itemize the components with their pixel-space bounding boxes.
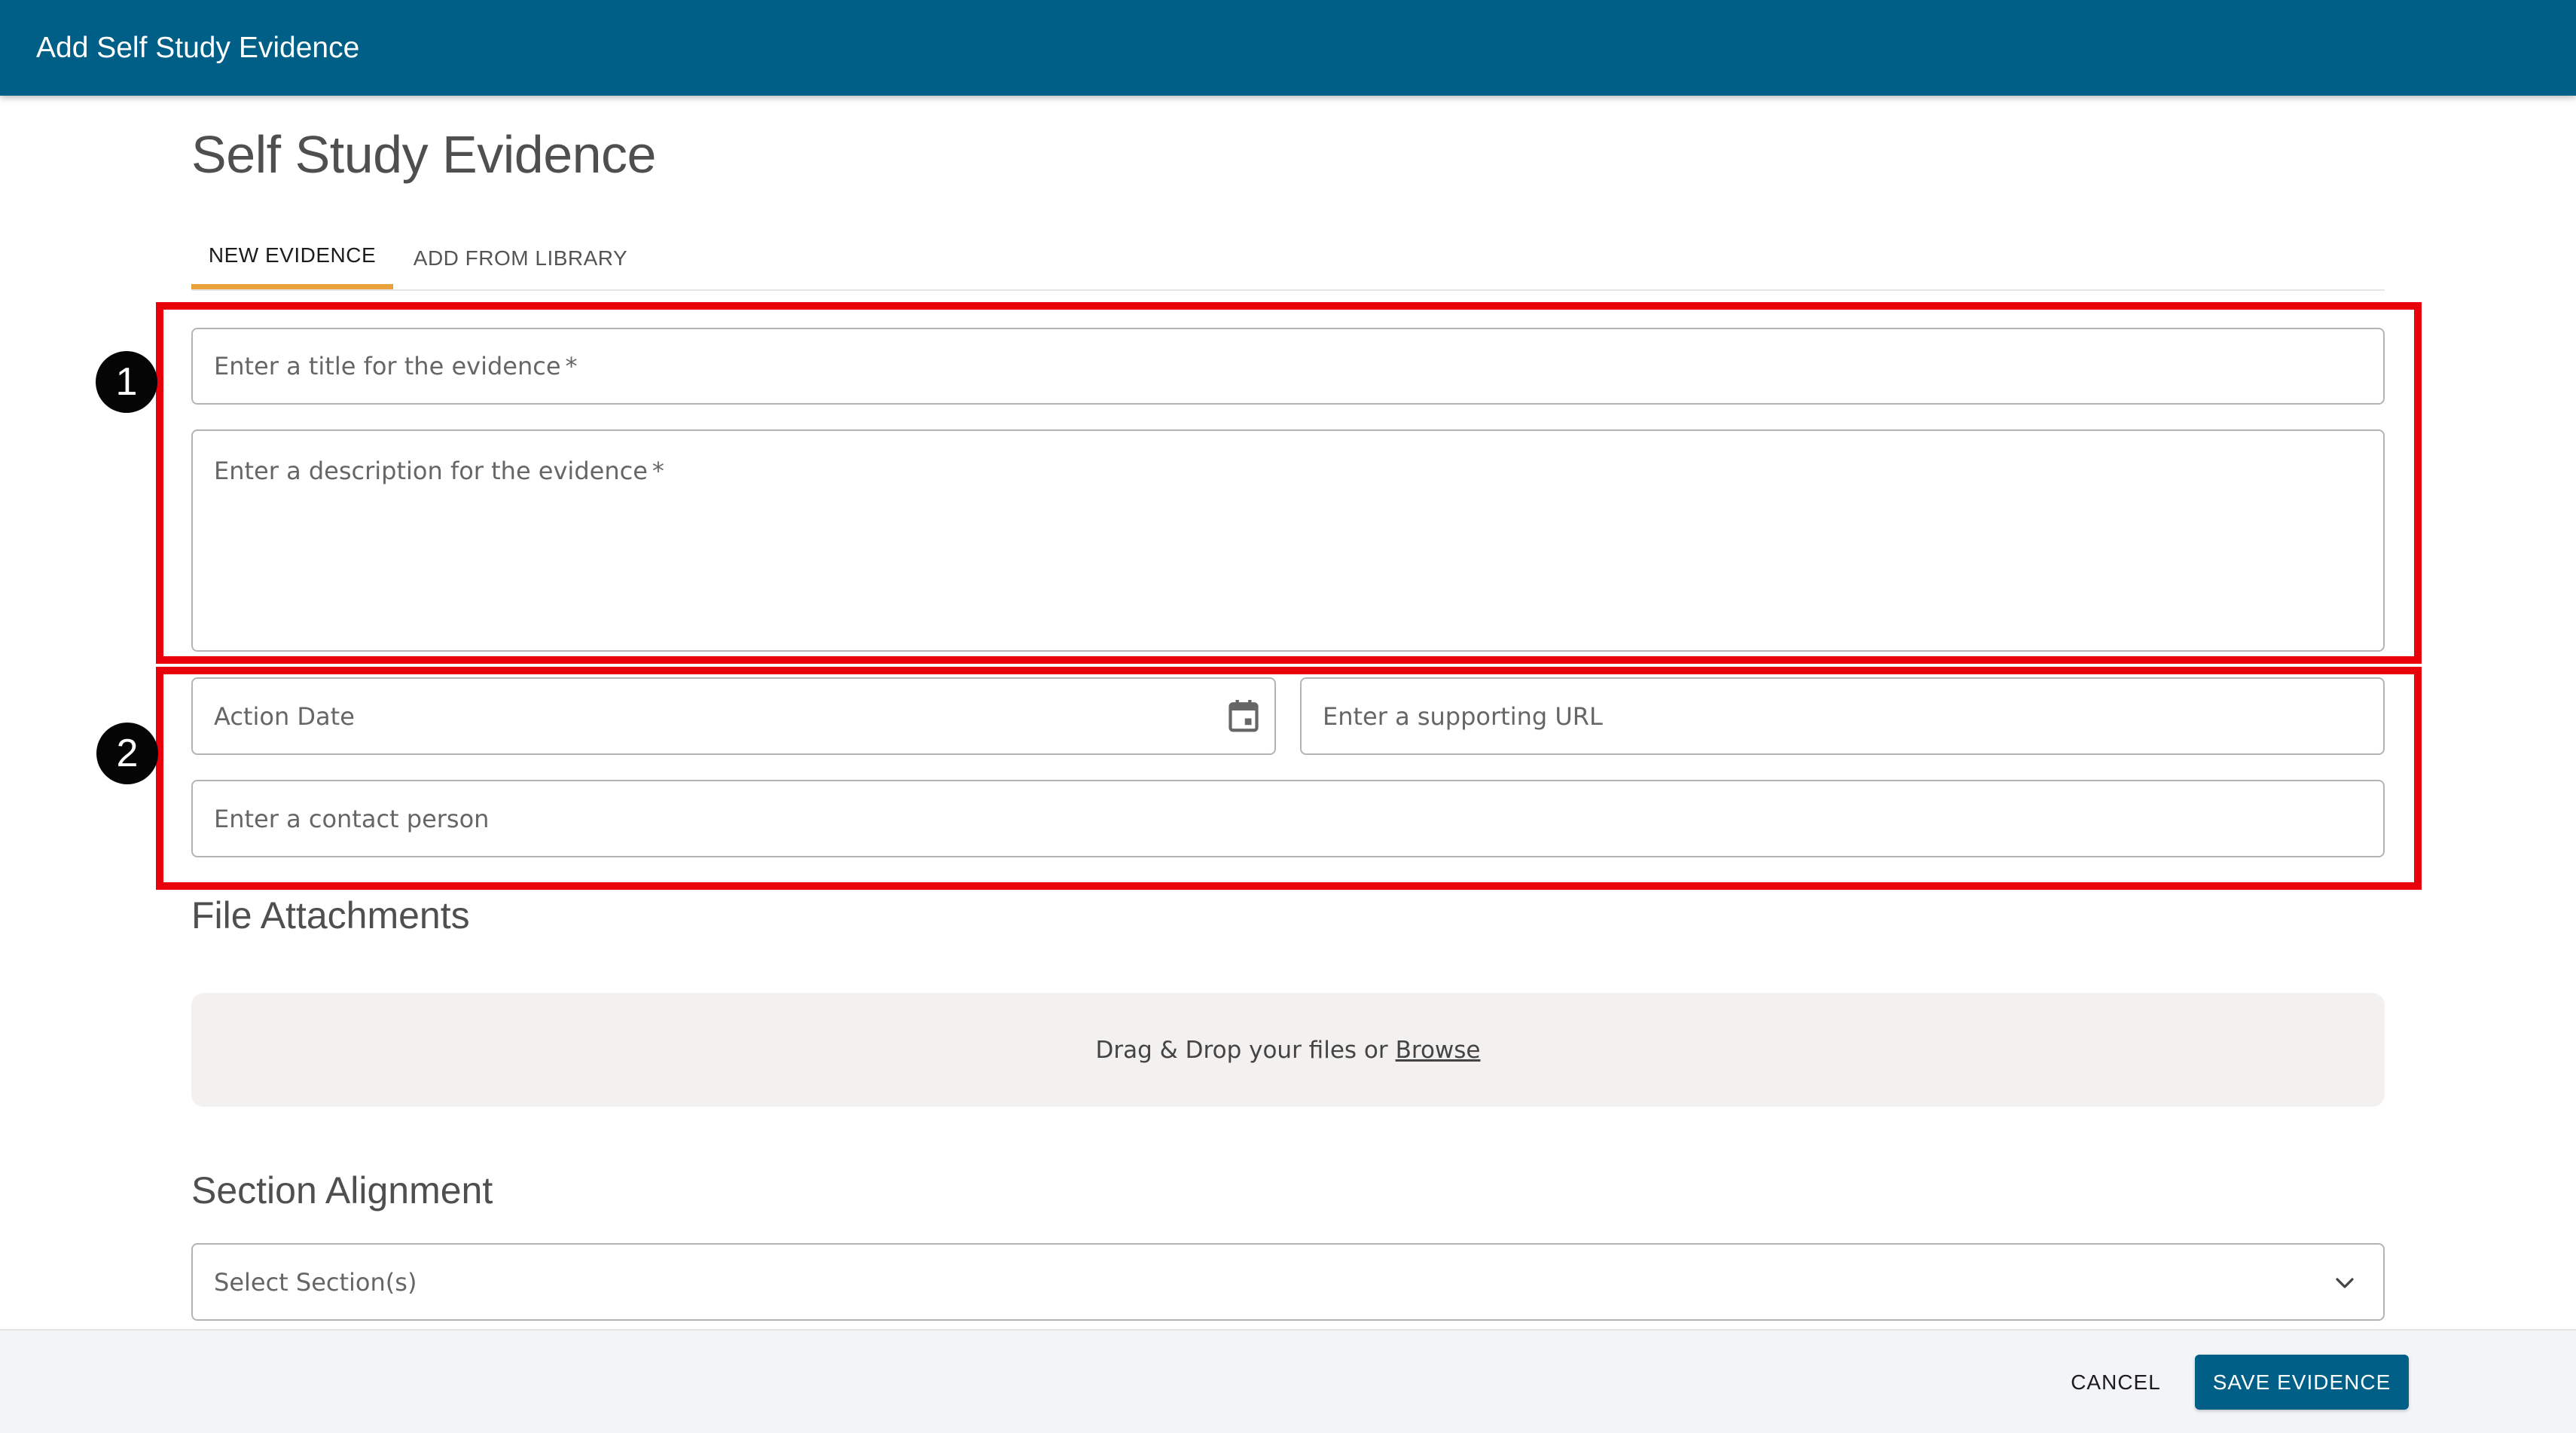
required-marker: * [652,457,664,485]
section-select-placeholder: Select Section(s) [214,1267,417,1297]
tab-add-from-library[interactable]: ADD FROM LIBRARY [404,226,637,291]
annotation-badge-2: 2 [96,723,158,784]
file-attachments-heading: File Attachments [191,894,470,936]
contact-placeholder: Enter a contact person [214,804,490,833]
chevron-down-icon [2336,1278,2354,1288]
page-title: Self Study Evidence [191,125,656,184]
action-date-input[interactable]: Action Date [191,677,1276,755]
evidence-description-textarea[interactable]: Enter a description for the evidence * [191,429,2385,652]
calendar-icon[interactable] [1228,698,1259,733]
browse-link[interactable]: Browse [1396,1037,1481,1064]
annotation-badge-1: 1 [96,351,157,413]
section-alignment-heading: Section Alignment [191,1169,493,1211]
contact-person-input[interactable]: Enter a contact person [191,780,2385,857]
page: Add Self Study Evidence Self Study Evide… [0,0,2576,1433]
dropzone-text: Drag & Drop your files or [1095,1036,1388,1064]
required-marker: * [565,352,578,380]
supporting-url-input[interactable]: Enter a supporting URL [1300,677,2385,755]
app-header: Add Self Study Evidence [0,0,2576,96]
action-date-placeholder: Action Date [214,701,355,731]
description-placeholder: Enter a description for the evidence [214,457,648,485]
url-placeholder: Enter a supporting URL [1323,701,1603,731]
cancel-button[interactable]: CANCEL [2055,1361,2177,1404]
tab-new-evidence[interactable]: NEW EVIDENCE [191,226,393,289]
evidence-title-input[interactable]: Enter a title for the evidence * [191,328,2385,405]
title-placeholder: Enter a title for the evidence [214,352,561,380]
file-dropzone[interactable]: Drag & Drop your files or Browse [191,993,2385,1107]
tab-bar: NEW EVIDENCE ADD FROM LIBRARY [191,226,2385,291]
save-evidence-button[interactable]: SAVE EVIDENCE [2195,1355,2409,1410]
header-title: Add Self Study Evidence [36,31,360,64]
section-select[interactable]: Select Section(s) [191,1243,2385,1321]
footer-bar: CANCEL SAVE EVIDENCE [0,1329,2576,1433]
